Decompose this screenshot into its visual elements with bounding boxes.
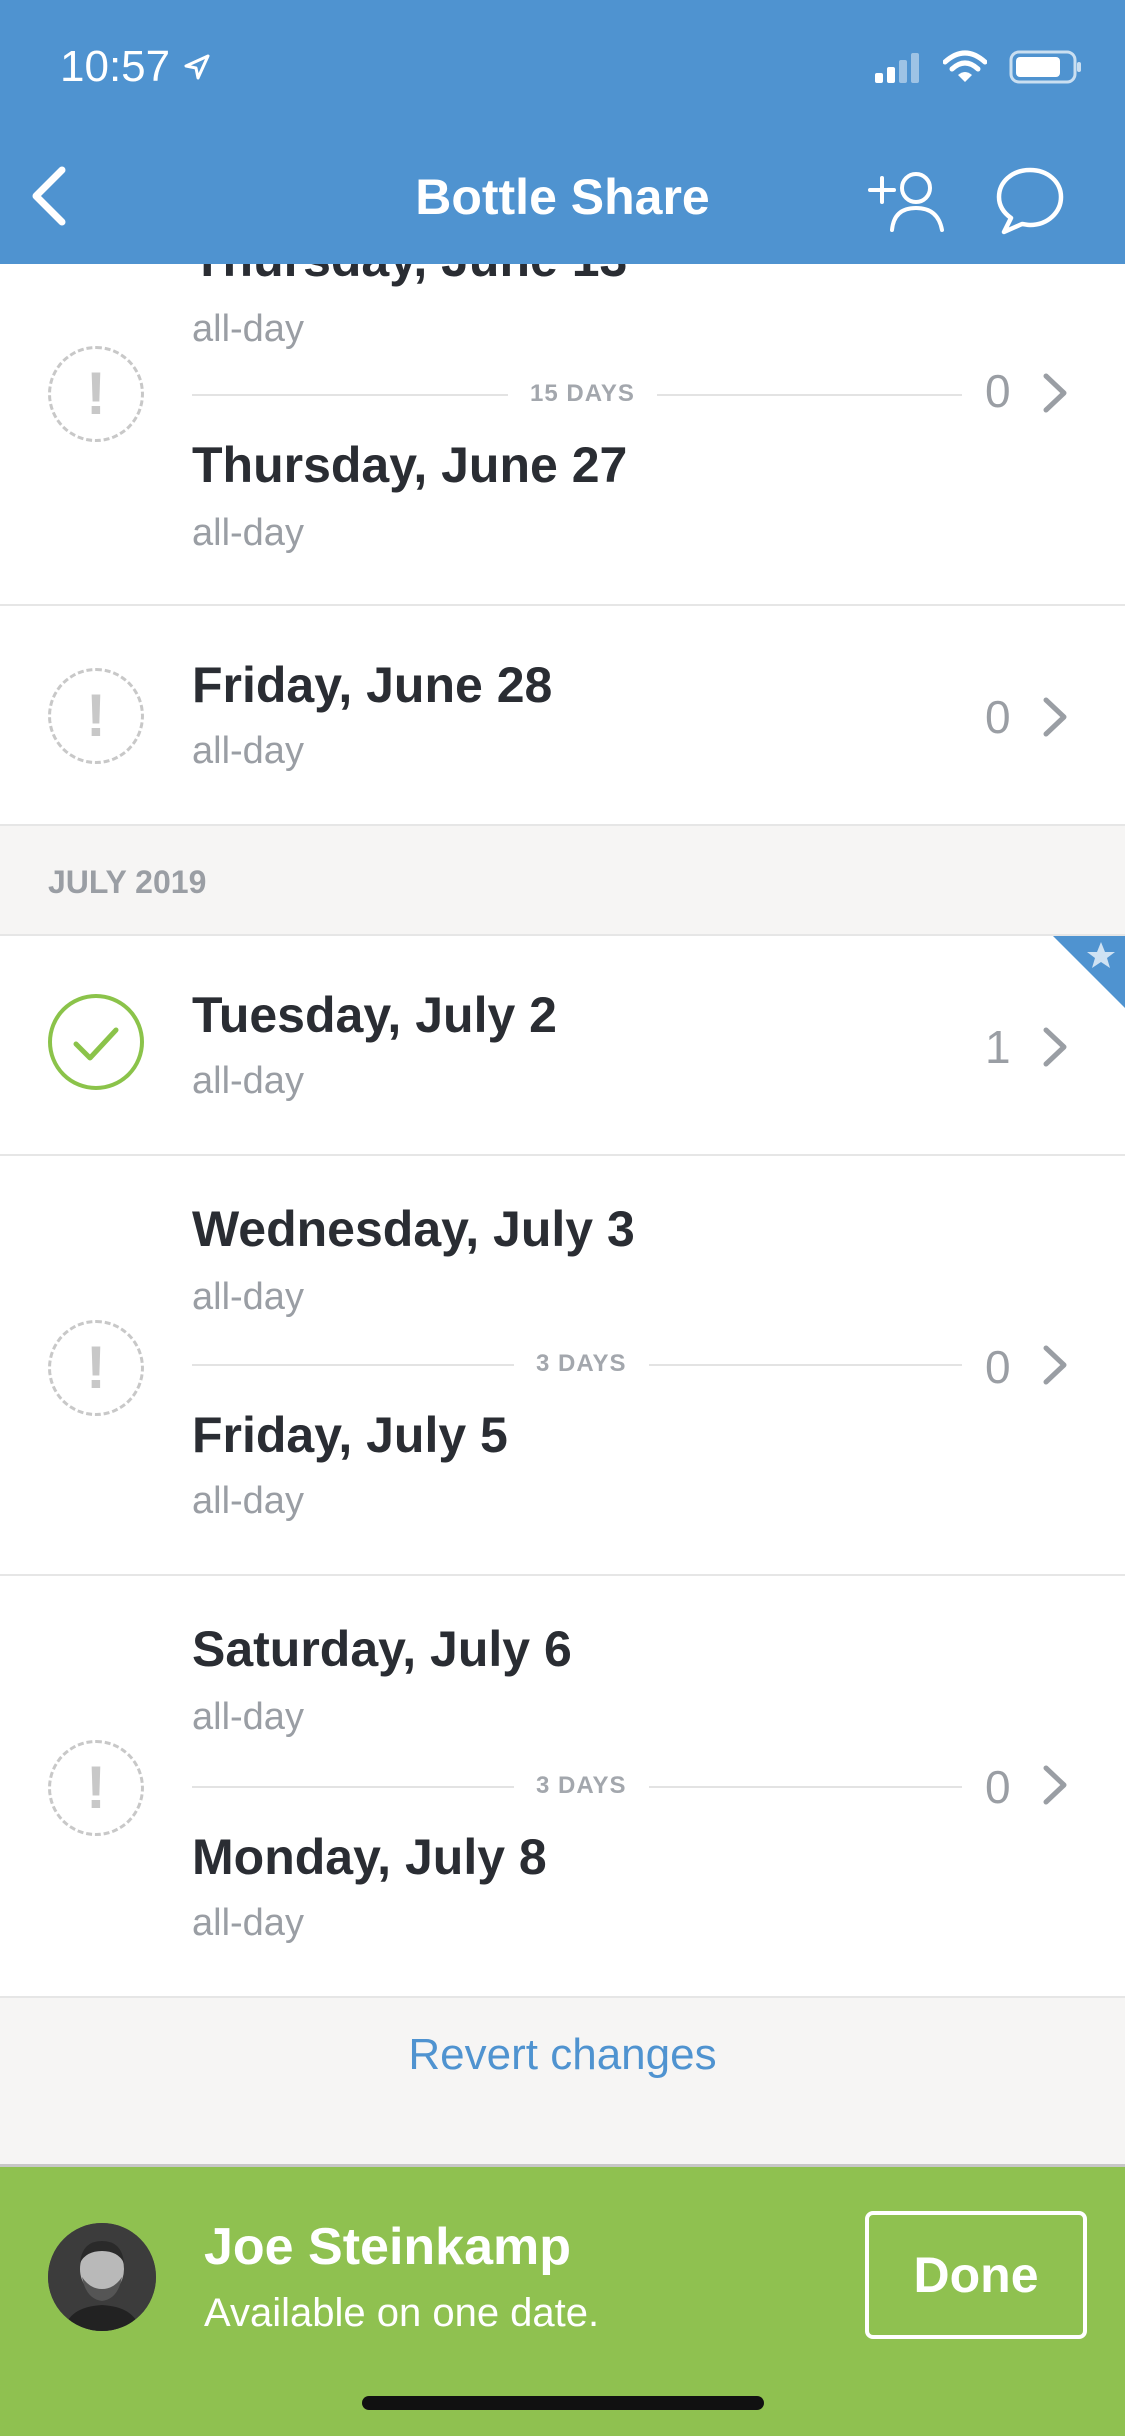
pending-status-icon: ! [48,1740,144,1836]
nav-header: 10:57 Bottle Share [0,0,1125,264]
user-availability-status: Available on one date. [204,2291,600,2335]
response-count: 0 [985,1341,1011,1393]
chevron-right-icon [1043,1765,1067,1805]
pending-status-icon: ! [48,668,144,764]
response-count: 1 [985,1021,1011,1073]
chat-bubble-icon [996,167,1064,235]
exclamation-icon: ! [86,1754,106,1821]
status-bar-time: 10:57 [60,42,212,92]
range-start-date: Saturday, July 6 [192,1621,572,1677]
location-arrow-icon [184,54,210,80]
chevron-right-icon [1043,373,1067,413]
avatar [48,2223,156,2331]
page-title: Bottle Share [415,169,710,225]
row-date: Friday, June 28 [192,657,553,713]
range-end-date: Thursday, June 27 [192,437,628,493]
date-row[interactable]: ! Friday, June 28 all-day 0 [0,606,1125,826]
range-start-sub: all-day [192,308,304,350]
status-bar-indicators [875,50,1083,84]
range-end-date: Friday, July 5 [192,1407,508,1463]
exclamation-icon: ! [86,1334,106,1401]
checkmark-circle-icon [48,994,144,1090]
date-range-row[interactable]: ! Saturday, July 6 all-day 3 DAYS 0 Mond… [0,1576,1125,1998]
date-range-row[interactable]: ! Wednesday, July 3 all-day 3 DAYS 0 Fri… [0,1156,1125,1576]
revert-changes-link[interactable]: Revert changes [0,2030,1125,2080]
row-sub: all-day [192,1060,304,1102]
date-range-row[interactable]: ! Thursday, June 13 all-day 15 DAYS 0 Th… [0,204,1125,606]
date-row[interactable]: Tuesday, July 2 all-day 1 [0,936,1125,1156]
checkmark-icon [73,1027,119,1061]
span-label: 15 DAYS [508,380,657,408]
pending-status-icon: ! [48,1320,144,1416]
done-button[interactable]: Done [865,2211,1087,2339]
span-label: 3 DAYS [514,1350,649,1378]
range-start-sub: all-day [192,1696,304,1738]
chevron-right-icon [1043,1027,1067,1067]
status-time-text: 10:57 [60,42,171,91]
chevron-right-icon [1043,697,1067,737]
chevron-right-icon [1043,1345,1067,1385]
response-count: 0 [985,365,1011,417]
add-person-icon [868,172,944,232]
exclamation-icon: ! [86,682,106,749]
user-name: Joe Steinkamp [204,2218,572,2276]
range-end-sub: all-day [192,512,304,554]
range-end-date: Monday, July 8 [192,1829,547,1885]
section-header: JULY 2019 [0,826,1125,936]
signal-icon [875,53,919,83]
range-start-date: Wednesday, July 3 [192,1201,635,1257]
range-end-sub: all-day [192,1480,304,1522]
response-count: 0 [985,691,1011,743]
pending-status-icon: ! [48,346,144,442]
row-date: Tuesday, July 2 [192,987,557,1043]
range-start-sub: all-day [192,1276,304,1318]
response-count: 0 [985,1761,1011,1813]
span-label: 3 DAYS [514,1772,649,1800]
row-sub: all-day [192,730,304,772]
add-person-button[interactable] [868,166,948,236]
wifi-icon [943,50,987,82]
exclamation-icon: ! [86,360,106,427]
battery-icon [1009,50,1081,84]
range-end-sub: all-day [192,1902,304,1944]
user-avatar-icon [48,2223,156,2331]
chat-button[interactable] [994,164,1066,236]
section-label: JULY 2019 [48,864,207,900]
star-corner-flag-icon [1053,936,1125,1008]
home-indicator [362,2396,764,2410]
